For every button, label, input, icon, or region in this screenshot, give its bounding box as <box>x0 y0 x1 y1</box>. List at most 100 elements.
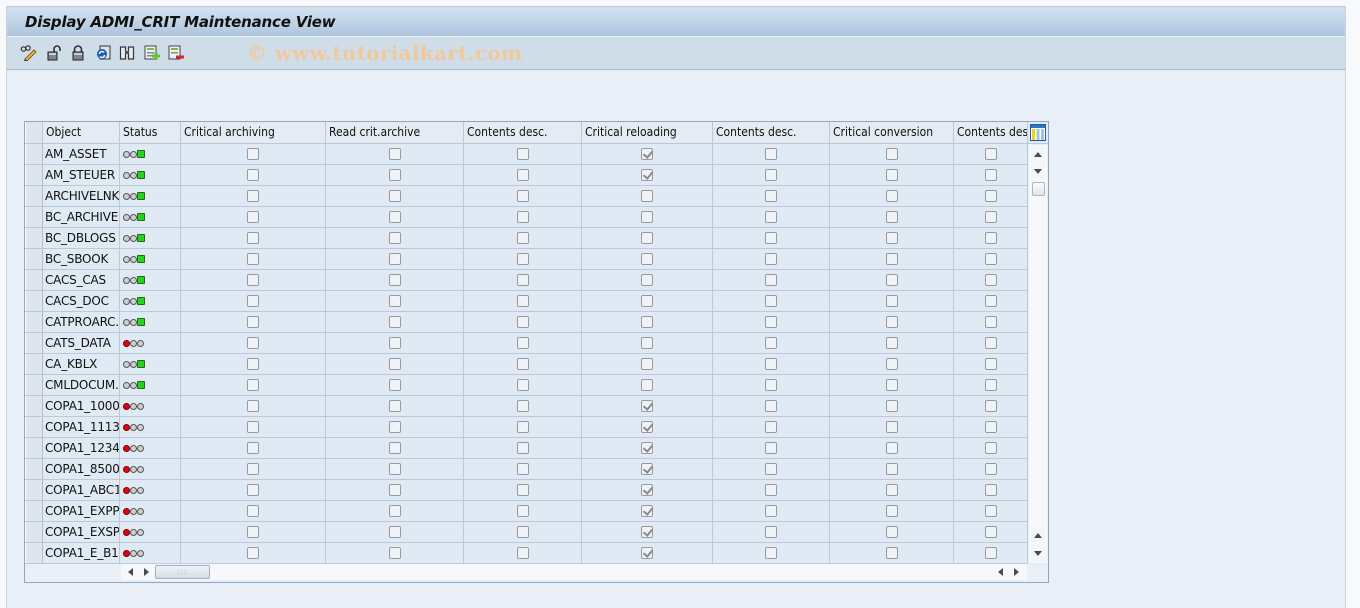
row-selector-button[interactable] <box>25 459 43 479</box>
scroll-up-button[interactable] <box>1031 146 1045 162</box>
critical-conversion-checkbox[interactable] <box>885 337 898 349</box>
unlock-button[interactable] <box>44 43 64 63</box>
contents-desc-2-checkbox[interactable] <box>765 169 777 181</box>
critical-archiving-checkbox[interactable] <box>247 400 259 412</box>
contents-desc-1-checkbox[interactable] <box>516 295 529 307</box>
read-crit-archive-checkbox[interactable] <box>388 316 401 328</box>
horizontal-scrollbar[interactable]: ::: <box>121 564 1027 580</box>
critical-reloading-checkbox[interactable] <box>641 295 653 307</box>
row-selector-button[interactable] <box>25 186 43 206</box>
contents-desc-1-checkbox[interactable] <box>516 379 529 391</box>
row-selector-button[interactable] <box>25 417 43 437</box>
contents-desc-2-checkbox[interactable] <box>765 148 777 160</box>
contents-desc-1-checkbox[interactable] <box>516 211 529 223</box>
read-crit-archive-checkbox[interactable] <box>388 253 401 265</box>
critical-conversion-checkbox[interactable] <box>885 274 898 286</box>
scroll-far-left-button[interactable] <box>993 565 1007 579</box>
row-selector-button[interactable] <box>25 333 43 353</box>
read-crit-archive-checkbox[interactable] <box>388 274 401 286</box>
page-down-button[interactable] <box>1031 545 1045 561</box>
object-cell[interactable]: BC_SBOOK <box>43 249 120 269</box>
contents-desc-3-checkbox[interactable] <box>984 442 997 454</box>
critical-reloading-checkbox[interactable] <box>641 274 653 286</box>
critical-reloading-checkbox[interactable] <box>641 148 653 160</box>
contents-desc-3-checkbox[interactable] <box>984 358 997 370</box>
critical-reloading-checkbox[interactable] <box>641 316 653 328</box>
critical-reloading-checkbox[interactable] <box>641 358 653 370</box>
critical-conversion-checkbox[interactable] <box>885 316 898 328</box>
critical-conversion-checkbox[interactable] <box>885 547 898 559</box>
row-selector-button[interactable] <box>25 375 43 395</box>
contents-desc-3-checkbox[interactable] <box>984 421 997 433</box>
critical-archiving-checkbox[interactable] <box>247 190 259 202</box>
contents-desc-3-checkbox[interactable] <box>984 148 997 160</box>
critical-reloading-checkbox[interactable] <box>641 526 653 538</box>
contents-desc-3-checkbox[interactable] <box>984 463 997 475</box>
contents-desc-1-checkbox[interactable] <box>516 148 529 160</box>
contents-desc-2-checkbox[interactable] <box>765 505 777 517</box>
critical-archiving-checkbox[interactable] <box>247 211 259 223</box>
row-selector-button[interactable] <box>25 501 43 521</box>
read-crit-archive-checkbox[interactable] <box>388 232 401 244</box>
contents-desc-1-checkbox[interactable] <box>516 505 529 517</box>
object-cell[interactable]: AM_ASSET <box>43 144 120 164</box>
contents-desc-1-checkbox[interactable] <box>516 169 529 181</box>
contents-desc-2-checkbox[interactable] <box>765 379 777 391</box>
read-crit-archive-checkbox[interactable] <box>388 148 401 160</box>
critical-conversion-checkbox[interactable] <box>885 526 898 538</box>
critical-reloading-checkbox[interactable] <box>641 169 653 181</box>
contents-desc-1-checkbox[interactable] <box>516 442 529 454</box>
contents-desc-3-checkbox[interactable] <box>984 190 997 202</box>
read-crit-archive-checkbox[interactable] <box>388 211 401 223</box>
contents-desc-2-checkbox[interactable] <box>765 253 777 265</box>
object-cell[interactable]: COPA1_E_B1 <box>43 543 120 563</box>
critical-conversion-checkbox[interactable] <box>885 169 898 181</box>
critical-archiving-checkbox[interactable] <box>247 526 259 538</box>
critical-archiving-checkbox[interactable] <box>247 484 259 496</box>
row-selector-button[interactable] <box>25 312 43 332</box>
contents-desc-2-checkbox[interactable] <box>765 337 777 349</box>
contents-desc-2-checkbox[interactable] <box>765 400 777 412</box>
object-cell[interactable]: BC_DBLOGS <box>43 228 120 248</box>
read-crit-archive-checkbox[interactable] <box>388 547 401 559</box>
find-button[interactable] <box>117 43 137 63</box>
contents-desc-2-checkbox[interactable] <box>765 463 777 475</box>
contents-desc-1-checkbox[interactable] <box>516 253 529 265</box>
row-selector-button[interactable] <box>25 144 43 164</box>
contents-desc-3-checkbox[interactable] <box>984 253 997 265</box>
critical-archiving-checkbox[interactable] <box>247 463 259 475</box>
object-cell[interactable]: BC_ARCHIVE <box>43 207 120 227</box>
row-selector-button[interactable] <box>25 396 43 416</box>
critical-reloading-checkbox[interactable] <box>641 463 653 475</box>
read-crit-archive-checkbox[interactable] <box>388 190 401 202</box>
critical-conversion-checkbox[interactable] <box>885 253 898 265</box>
contents-desc-1-checkbox[interactable] <box>516 337 529 349</box>
critical-reloading-checkbox[interactable] <box>641 421 653 433</box>
critical-archiving-checkbox[interactable] <box>247 547 259 559</box>
scroll-right-button[interactable] <box>139 565 153 579</box>
select-all-rows-button[interactable] <box>25 122 43 143</box>
contents-desc-3-checkbox[interactable] <box>984 547 997 559</box>
column-header-critical-archiving[interactable]: Critical archiving <box>181 122 326 143</box>
contents-desc-2-checkbox[interactable] <box>765 232 777 244</box>
contents-desc-1-checkbox[interactable] <box>516 274 529 286</box>
read-crit-archive-checkbox[interactable] <box>388 337 401 349</box>
critical-reloading-checkbox[interactable] <box>641 337 653 349</box>
critical-conversion-checkbox[interactable] <box>885 148 898 160</box>
critical-archiving-checkbox[interactable] <box>247 442 259 454</box>
critical-reloading-checkbox[interactable] <box>641 547 653 559</box>
scroll-left-button[interactable] <box>123 565 137 579</box>
contents-desc-1-checkbox[interactable] <box>516 232 529 244</box>
row-selector-button[interactable] <box>25 522 43 542</box>
contents-desc-3-checkbox[interactable] <box>984 337 997 349</box>
object-cell[interactable]: COPA1_1000 <box>43 396 120 416</box>
critical-conversion-checkbox[interactable] <box>885 358 898 370</box>
read-crit-archive-checkbox[interactable] <box>388 400 401 412</box>
row-selector-button[interactable] <box>25 228 43 248</box>
scroll-far-right-button[interactable] <box>1009 565 1023 579</box>
read-crit-archive-checkbox[interactable] <box>388 169 401 181</box>
lock-button[interactable] <box>68 43 88 63</box>
contents-desc-2-checkbox[interactable] <box>765 421 777 433</box>
column-header-contents-desc-1[interactable]: Contents desc. <box>464 122 582 143</box>
read-crit-archive-checkbox[interactable] <box>388 379 401 391</box>
